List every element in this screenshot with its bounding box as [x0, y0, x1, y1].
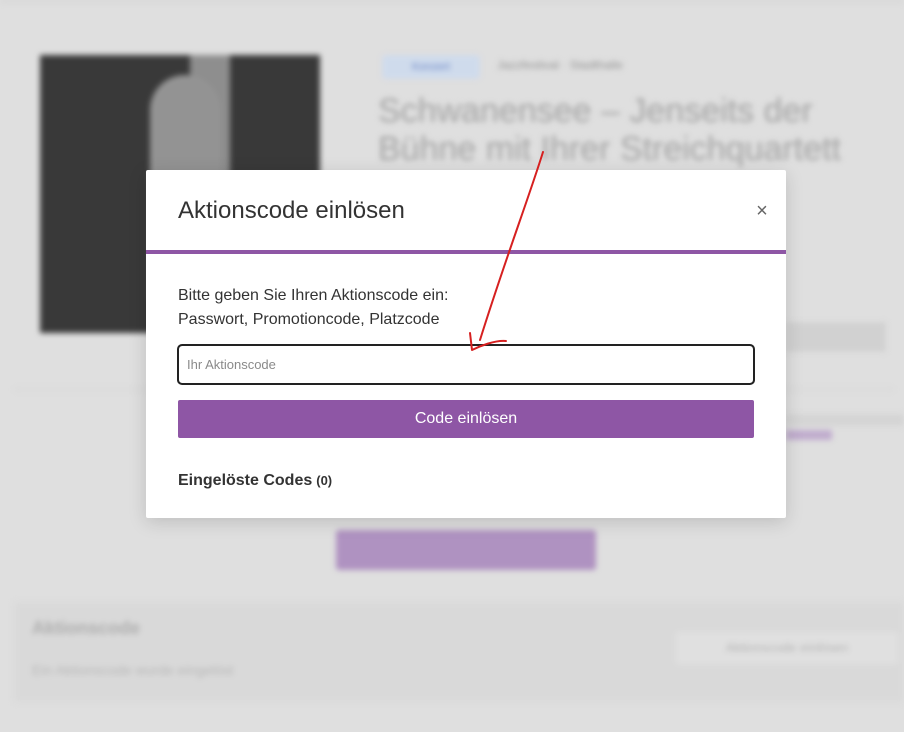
promo-code-dialog: Aktionscode einlösen × Bitte geben Sie I…	[146, 170, 786, 518]
dialog-header: Aktionscode einlösen ×	[146, 170, 786, 254]
promo-code-input[interactable]	[177, 344, 755, 385]
redeemed-codes-toggle[interactable]: Eingelöste Codes (0)	[178, 472, 332, 490]
redeemed-codes-count: (0)	[316, 473, 333, 488]
dialog-title: Aktionscode einlösen	[178, 197, 405, 224]
redeemed-codes-label: Eingelöste Codes	[178, 472, 313, 489]
redeem-code-button[interactable]: Code einlösen	[178, 400, 754, 438]
dialog-description: Bitte geben Sie Ihren Aktionscode ein: P…	[178, 284, 448, 332]
description-line-2: Passwort, Promotioncode, Platzcode	[178, 311, 440, 328]
description-line-1: Bitte geben Sie Ihren Aktionscode ein:	[178, 287, 449, 304]
close-icon[interactable]: ×	[754, 201, 770, 221]
